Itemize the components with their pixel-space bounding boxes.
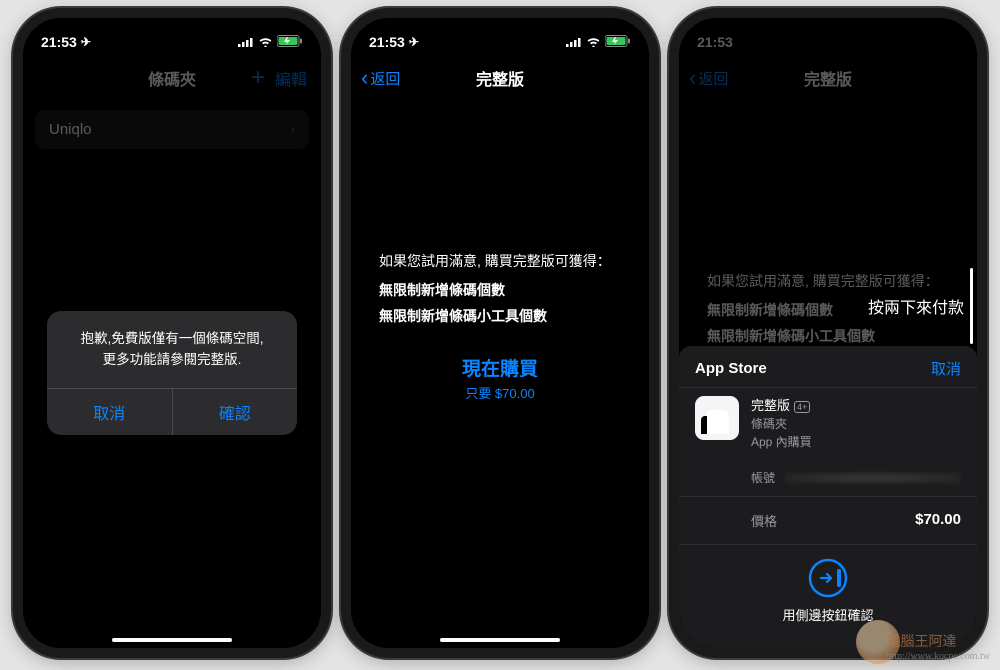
location-icon: ✈︎ [81,35,91,49]
notch [430,18,570,44]
alert-message: 抱歉,免費版僅有一個條碼空間, 更多功能請參閱完整版. [47,311,297,388]
nav-bar: 條碼夾 + 編輯 [23,58,321,98]
confirm-text: 用側邊按鈕確認 [679,605,977,624]
status-time: 21:53 [41,34,77,50]
battery-icon [605,34,631,50]
status-time: 21:53 [369,34,405,50]
nav-title: 完整版 [476,66,524,90]
alert-backdrop: 抱歉,免費版僅有一個條碼空間, 更多功能請參閱完整版. 取消 確認 [23,98,321,648]
buy-price: 只要 $70.00 [351,383,649,402]
sheet-cancel-button[interactable]: 取消 [931,358,961,379]
nav-bar: ‹ 返回 完整版 [679,58,977,98]
notch [758,18,898,44]
battery-icon [277,34,303,50]
nav-title: 完整版 [804,66,852,90]
alert-dialog: 抱歉,免費版僅有一個條碼空間, 更多功能請參閱完整版. 取消 確認 [47,311,297,435]
price-value: $70.00 [915,511,961,530]
back-button[interactable]: ‹ 返回 [689,68,728,89]
buy-now-button[interactable]: 現在購買 [351,354,649,381]
sheet-title: App Store [695,360,767,377]
wifi-icon [258,34,273,50]
chevron-left-icon: ‹ [689,70,696,85]
edit-button[interactable]: 編輯 [275,66,307,90]
phone-2: 21:53 ✈︎ ‹ 返回 完整版 如果您試用滿意, 購買完整版可獲得： 無限制… [341,8,659,658]
account-value-redacted [785,472,961,484]
nav-title: 條碼夾 [148,66,196,90]
location-icon: ✈︎ [409,35,419,49]
nav-bar: ‹ 返回 完整版 [351,58,649,98]
wifi-icon [586,34,601,50]
side-button-confirm-icon [807,557,849,599]
back-button[interactable]: ‹ 返回 [361,68,400,89]
home-indicator[interactable] [112,638,232,642]
upgrade-info: 如果您試用滿意, 購買完整版可獲得： 無限制新增條碼個數 無限制新增條碼小工具個… [351,248,649,330]
side-button-indicator-icon [970,268,973,344]
alert-cancel-button[interactable]: 取消 [47,389,173,435]
notch [102,18,242,44]
side-button-hint: 按兩下來付款 [868,268,973,344]
app-icon [695,396,739,440]
add-button[interactable]: + [251,66,265,90]
signal-icon [566,34,582,50]
home-indicator[interactable] [440,638,560,642]
watermark: 電腦王阿達 http://www.kocpc.com.tw [886,631,990,662]
account-label: 帳號 [751,469,775,486]
age-badge: 4+ [794,401,810,413]
phone-3: 21:53 ‹ 返回 完整版 按兩下來付款 如果您試用滿意, 購買完整版可獲得：… [669,8,987,658]
chevron-left-icon: ‹ [361,70,368,85]
signal-icon [238,34,254,50]
price-label: 價格 [751,511,777,530]
purchase-sheet: App Store 取消 完整版4+ 條碼夾 App 內購買 帳號 價格 [679,346,977,649]
app-meta: 完整版4+ 條碼夾 App 內購買 [751,396,812,452]
alert-ok-button[interactable]: 確認 [173,389,298,435]
phone-1: 21:53 ✈︎ 條碼夾 + 編輯 Uniqlo [13,8,331,658]
